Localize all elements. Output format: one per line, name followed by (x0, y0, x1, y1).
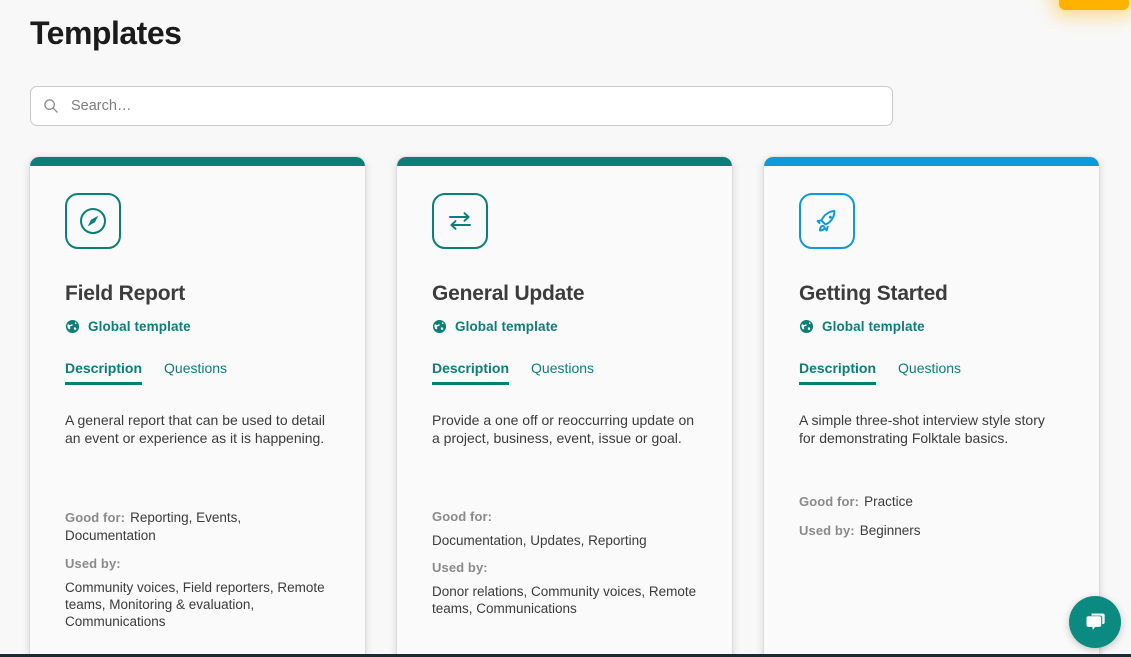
card-origin-label: Global template (455, 319, 558, 334)
card-origin-label: Global template (822, 319, 925, 334)
card-description: Provide a one off or reoccurring update … (432, 412, 695, 446)
card-origin: Global template (799, 319, 1065, 334)
card-accent-bar (397, 157, 732, 166)
used-by-block: Used by: Donor relations, Community voic… (432, 560, 702, 617)
good-for-value: Documentation, Updates, Reporting (432, 533, 647, 548)
globe-icon (65, 319, 80, 334)
used-by-value: Donor relations, Community voices, Remot… (432, 584, 697, 616)
top-right-amber-button-wrap (1059, 0, 1131, 10)
globe-icon (432, 319, 447, 334)
card-tabs: Description Questions (65, 360, 331, 385)
card-description: A simple three-shot interview style stor… (799, 412, 1045, 446)
chat-widget-button[interactable] (1069, 596, 1121, 648)
rocket-icon (799, 193, 855, 249)
template-card[interactable]: Field Report Global template Description… (30, 157, 365, 657)
templates-page: Templates Field Report (0, 0, 1131, 657)
card-origin-label: Global template (88, 319, 191, 334)
card-meta: Good for: Reporting, Events, Documentatio… (65, 509, 335, 630)
search-bar[interactable] (30, 86, 893, 126)
card-accent-bar (30, 157, 365, 166)
card-description: A general report that can be used to det… (65, 412, 325, 446)
card-origin: Global template (432, 319, 698, 334)
card-meta: Good for: Practice Used by: Beginners (799, 493, 1069, 540)
good-for-value: Practice (864, 494, 913, 509)
tab-description[interactable]: Description (65, 360, 143, 385)
tab-description[interactable]: Description (432, 360, 510, 385)
card-accent-bar (764, 157, 1099, 166)
tab-questions[interactable]: Questions (898, 360, 961, 385)
exchange-arrows-icon (432, 193, 488, 249)
search-icon (44, 99, 58, 113)
template-card[interactable]: Getting Started Global template Descript… (764, 157, 1099, 657)
tab-questions[interactable]: Questions (531, 360, 594, 385)
card-title: Getting Started (799, 282, 948, 305)
used-by-value: Beginners (859, 523, 921, 538)
card-title: Field Report (65, 282, 186, 305)
good-for-block: Good for: Practice (799, 493, 1069, 511)
used-by-label: Used by: (65, 556, 121, 571)
tab-description[interactable]: Description (799, 360, 877, 385)
used-by-value: Community voices, Field reporters, Remot… (65, 580, 325, 629)
card-title: General Update (432, 282, 585, 305)
used-by-label: Used by: (432, 560, 488, 575)
chat-bubbles-icon (1086, 613, 1105, 630)
globe-icon (799, 319, 814, 334)
good-for-label: Good for: (65, 510, 126, 525)
card-meta: Good for: Documentation, Updates, Report… (432, 509, 702, 617)
search-input[interactable] (71, 98, 880, 114)
compass-icon (65, 193, 121, 249)
page-title: Templates (30, 15, 182, 51)
used-by-label: Used by: (799, 523, 855, 538)
tab-questions[interactable]: Questions (164, 360, 227, 385)
good-for-label: Good for: (432, 509, 493, 524)
used-by-block: Used by: Community voices, Field reporte… (65, 556, 335, 630)
good-for-label: Good for: (799, 494, 860, 509)
template-card-grid: Field Report Global template Description… (30, 157, 1101, 657)
used-by-block: Used by: Beginners (799, 522, 1069, 540)
top-right-amber-button[interactable] (1059, 0, 1129, 10)
card-tabs: Description Questions (799, 360, 1065, 385)
card-tabs: Description Questions (432, 360, 698, 385)
card-origin: Global template (65, 319, 331, 334)
good-for-block: Good for: Documentation, Updates, Report… (432, 509, 702, 549)
template-card[interactable]: General Update Global template Descripti… (397, 157, 732, 657)
good-for-block: Good for: Reporting, Events, Documentatio… (65, 509, 335, 545)
